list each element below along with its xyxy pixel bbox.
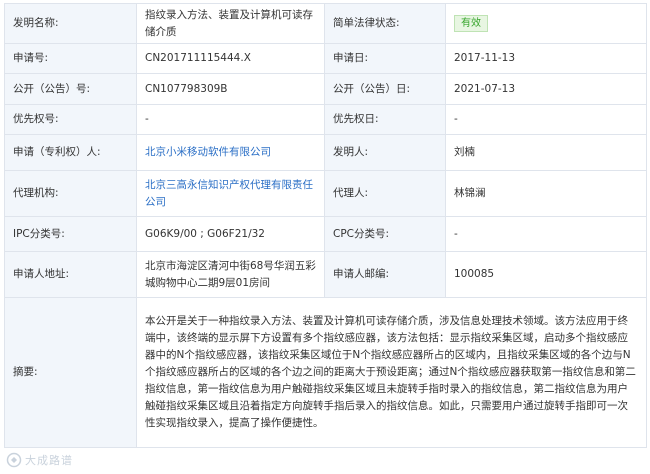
address-value: 北京市海淀区清河中街68号华润五彩城购物中心二期9层01房间 (136, 251, 325, 298)
row-agency: 代理机构: 北京三高永信知识产权代理有限责任公司 代理人: 林锦澜 (4, 170, 647, 217)
address-label: 申请人地址: (4, 251, 137, 298)
priority-date-value: - (445, 104, 647, 135)
legal-status-label: 简单法律状态: (324, 3, 446, 44)
abstract-label: 摘要: (4, 297, 137, 448)
cpc-value: - (445, 216, 647, 252)
row-pub-no: 公开（公告）号: CN107798309B 公开（公告）日: 2021-07-1… (4, 73, 647, 105)
applicant-label: 申请（专利权）人: (4, 134, 137, 171)
watermark: 大成路谱 (6, 452, 73, 468)
inventor-label: 发明人: (324, 134, 446, 171)
app-no-label: 申请号: (4, 43, 137, 74)
watermark-logo-icon (6, 452, 22, 468)
status-badge: 有效 (454, 15, 488, 32)
row-address: 申请人地址: 北京市海淀区清河中街68号华润五彩城购物中心二期9层01房间 申请… (4, 251, 647, 298)
abstract-text: 本公开是关于一种指纹录入方法、装置及计算机可读存储介质，涉及信息处理技术领域。该… (136, 297, 647, 448)
pub-date-value: 2021-07-13 (445, 73, 647, 105)
postcode-value: 100085 (445, 251, 647, 298)
watermark-text: 大成路谱 (25, 454, 73, 467)
priority-no-value: - (136, 104, 325, 135)
row-priority: 优先权号: - 优先权日: - (4, 104, 647, 135)
pub-date-label: 公开（公告）日: (324, 73, 446, 105)
pub-no-label: 公开（公告）号: (4, 73, 137, 105)
row-title: 发明名称: 指纹录入方法、装置及计算机可读存储介质 简单法律状态: 有效 (4, 3, 647, 44)
title-label: 发明名称: (4, 3, 137, 44)
agent-label: 代理人: (324, 170, 446, 217)
ipc-label: IPC分类号: (4, 216, 137, 252)
title-value: 指纹录入方法、装置及计算机可读存储介质 (136, 3, 325, 44)
ipc-value: G06K9/00 ; G06F21/32 (136, 216, 325, 252)
app-date-value: 2017-11-13 (445, 43, 647, 74)
row-abstract: 摘要: 本公开是关于一种指纹录入方法、装置及计算机可读存储介质，涉及信息处理技术… (4, 297, 647, 448)
patent-info-table: 发明名称: 指纹录入方法、装置及计算机可读存储介质 简单法律状态: 有效 申请号… (4, 3, 647, 448)
cpc-label: CPC分类号: (324, 216, 446, 252)
inventor-value: 刘楠 (445, 134, 647, 171)
app-no-value: CN201711115444.X (136, 43, 325, 74)
agency-link[interactable]: 北京三高永信知识产权代理有限责任公司 (136, 170, 325, 217)
agent-value: 林锦澜 (445, 170, 647, 217)
row-applicant: 申请（专利权）人: 北京小米移动软件有限公司 发明人: 刘楠 (4, 134, 647, 171)
postcode-label: 申请人邮编: (324, 251, 446, 298)
row-ipc: IPC分类号: G06K9/00 ; G06F21/32 CPC分类号: - (4, 216, 647, 252)
app-date-label: 申请日: (324, 43, 446, 74)
priority-date-label: 优先权日: (324, 104, 446, 135)
applicant-link[interactable]: 北京小米移动软件有限公司 (136, 134, 325, 171)
priority-no-label: 优先权号: (4, 104, 137, 135)
legal-status-cell: 有效 (445, 3, 647, 44)
pub-no-value: CN107798309B (136, 73, 325, 105)
agency-label: 代理机构: (4, 170, 137, 217)
row-app-no: 申请号: CN201711115444.X 申请日: 2017-11-13 (4, 43, 647, 74)
